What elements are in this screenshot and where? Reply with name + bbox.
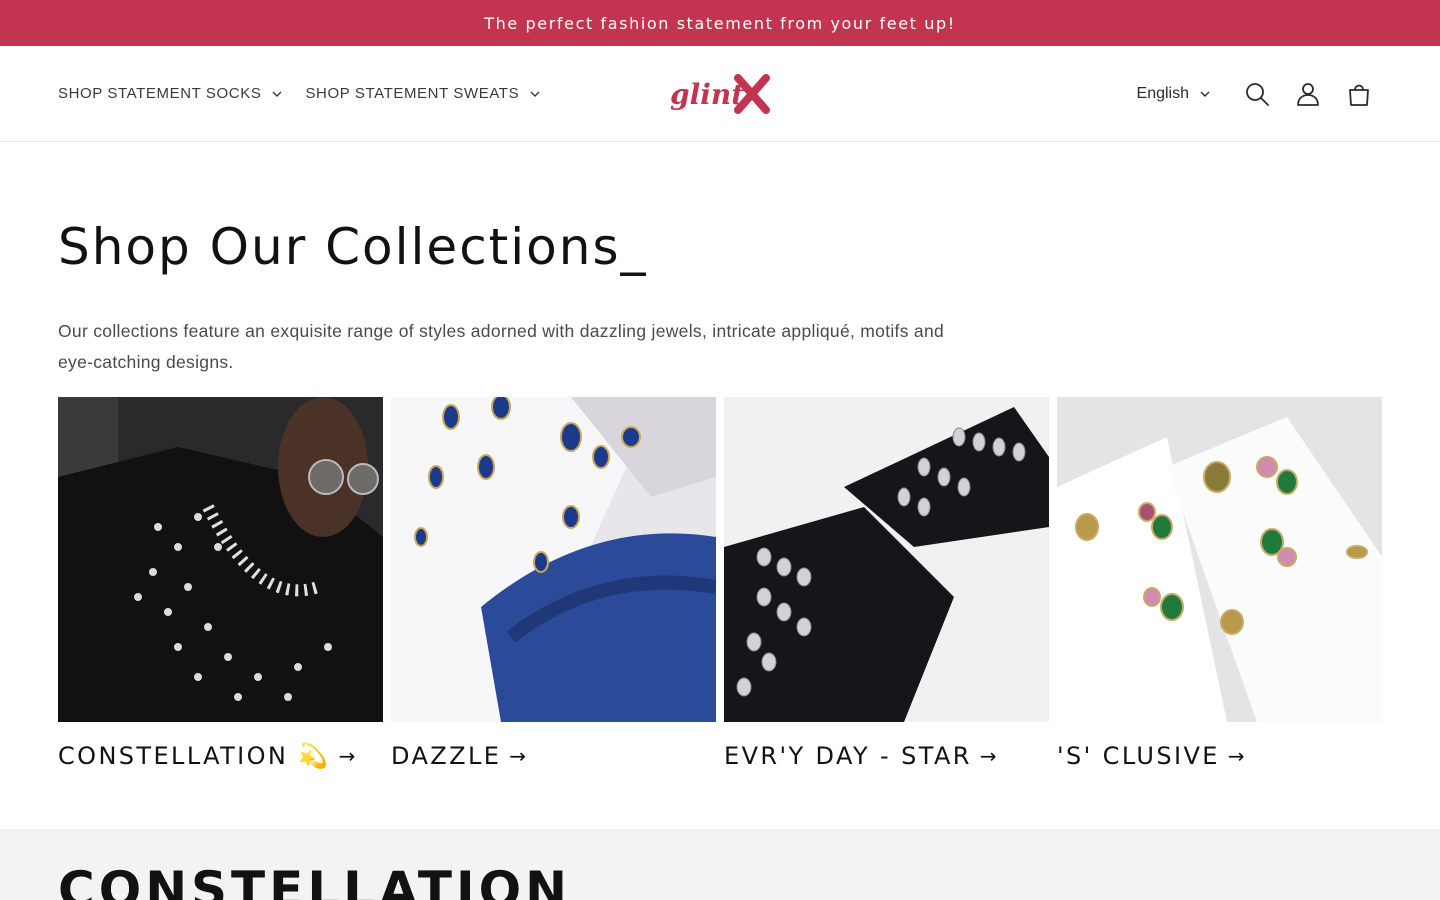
collection-title[interactable]: EVR'Y DAY - STAR → [724, 742, 1049, 770]
search-icon [1245, 82, 1269, 106]
collection-label: 'S' CLUSIVE [1057, 742, 1220, 770]
collection-card-dazzle[interactable]: DAZZLE → [391, 397, 716, 770]
account-icon [1296, 82, 1319, 106]
language-label: English [1136, 84, 1189, 102]
language-selector[interactable]: English [1137, 85, 1211, 103]
arrow-right-icon: → [979, 744, 997, 768]
collection-label: EVR'Y DAY - STAR [724, 742, 972, 770]
collection-card-evry-day-star[interactable]: EVR'Y DAY - STAR → [724, 397, 1049, 770]
collection-label: DAZZLE [391, 742, 502, 770]
chevron-down-icon [1200, 91, 1210, 97]
arrow-right-icon: → [1227, 744, 1245, 768]
brand-logo[interactable]: glint [668, 70, 772, 118]
account-button[interactable] [1282, 72, 1333, 116]
collection-title[interactable]: CONSTELLATION 💫 → [58, 742, 383, 770]
section-heading: CONSTELLATION [58, 861, 571, 900]
arrow-right-icon: → [338, 744, 356, 768]
collection-image[interactable] [724, 397, 1049, 722]
svg-text:glint: glint [670, 78, 744, 111]
nav-shop-statement-socks[interactable]: SHOP STATEMENT SOCKS [58, 85, 283, 102]
site-header: SHOP STATEMENT SOCKS SHOP STATEMENT SWEA… [0, 46, 1440, 142]
cart-button[interactable] [1333, 72, 1384, 116]
constellation-sweatshirt-image [58, 397, 383, 722]
nav-label: SHOP STATEMENT SOCKS [58, 85, 262, 102]
chevron-down-icon [530, 91, 540, 97]
dazzle-socks-image [391, 397, 716, 722]
nav-label: SHOP STATEMENT SWEATS [305, 85, 520, 102]
collection-title[interactable]: 'S' CLUSIVE → [1057, 742, 1382, 770]
announcement-bar: The perfect fashion statement from your … [0, 0, 1440, 46]
evry-day-star-socks-image [724, 397, 1049, 722]
main-nav: SHOP STATEMENT SOCKS SHOP STATEMENT SWEA… [58, 46, 541, 141]
arrow-right-icon: → [509, 744, 527, 768]
collection-label: CONSTELLATION 💫 [58, 742, 331, 770]
constellation-section: CONSTELLATION [0, 829, 1440, 900]
announcement-text: The perfect fashion statement from your … [484, 13, 956, 33]
collections-description: Our collections feature an exquisite ran… [58, 321, 945, 372]
collection-image[interactable] [1057, 397, 1382, 722]
header-actions: English [1137, 46, 1384, 141]
collection-grid: CONSTELLATION 💫 → DAZZLE → EVR'Y DAY - S… [58, 397, 1382, 770]
collection-card-s-clusive[interactable]: 'S' CLUSIVE → [1057, 397, 1382, 770]
collection-title[interactable]: DAZZLE → [391, 742, 716, 770]
chevron-down-icon [272, 91, 282, 97]
page-title: Shop Our Collections_ [58, 218, 648, 276]
collection-card-constellation[interactable]: CONSTELLATION 💫 → [58, 397, 383, 770]
collection-image[interactable] [58, 397, 383, 722]
search-button[interactable] [1231, 72, 1282, 116]
s-clusive-socks-image [1057, 397, 1382, 722]
collection-image[interactable] [391, 397, 716, 722]
nav-shop-statement-sweats[interactable]: SHOP STATEMENT SWEATS [305, 85, 541, 102]
cart-icon [1348, 84, 1369, 106]
